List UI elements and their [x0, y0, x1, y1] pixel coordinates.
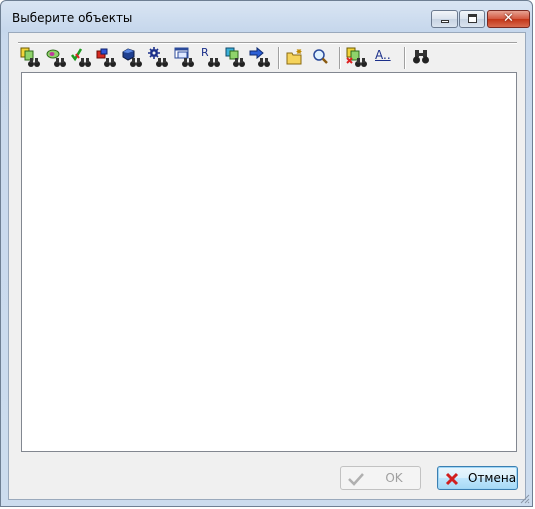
find-objects-icon	[20, 47, 40, 67]
find-objects-button[interactable]	[19, 45, 41, 69]
toolbar-divider	[404, 47, 406, 69]
new-folder-button[interactable]	[284, 45, 306, 69]
find-blocks-icon	[122, 48, 142, 67]
find-go-to-button[interactable]	[249, 45, 271, 69]
find-windows-icon	[174, 47, 194, 67]
ok-button-label: OK	[385, 471, 403, 485]
window-title: Выберите объекты	[12, 11, 133, 25]
cancel-x-icon	[445, 472, 459, 486]
find-windows-button[interactable]	[173, 45, 195, 69]
minimize-icon	[441, 20, 449, 23]
find-references-icon: R	[201, 46, 220, 67]
object-list[interactable]	[21, 72, 517, 452]
find-checked-icon	[71, 48, 91, 67]
find-delete-icon	[346, 47, 367, 67]
find-settings-icon	[148, 47, 168, 67]
maximize-icon	[468, 14, 477, 23]
font-text-button[interactable]: A..	[371, 45, 399, 69]
find-elements-icon	[96, 48, 116, 67]
find-blocks-button[interactable]	[121, 45, 143, 69]
find-links-button[interactable]	[45, 45, 67, 69]
toolbar-top-divider	[18, 42, 517, 44]
find-elements-button[interactable]	[95, 45, 117, 69]
new-folder-icon	[286, 49, 302, 65]
find-go-to-icon	[249, 46, 270, 67]
search-icon	[313, 49, 328, 64]
resize-grip-icon[interactable]	[518, 492, 530, 504]
toolbar-divider	[339, 47, 341, 69]
toolbar-divider	[278, 47, 280, 69]
close-icon: ✕	[503, 11, 514, 26]
search-button[interactable]	[310, 45, 332, 69]
find-copies-icon	[225, 47, 245, 67]
ok-button[interactable]: OK	[340, 466, 421, 490]
find-references-button[interactable]: R	[199, 45, 221, 69]
font-text-icon: A..	[375, 48, 391, 62]
cancel-button[interactable]: Отмена	[437, 466, 518, 490]
find-links-icon	[46, 49, 66, 67]
find-delete-button[interactable]	[345, 45, 367, 69]
find-copies-button[interactable]	[224, 45, 246, 69]
dialog-client-area: R A.. OK Отмена	[8, 32, 526, 500]
cancel-button-label: Отмена	[468, 471, 517, 485]
close-button[interactable]: ✕	[487, 10, 530, 28]
find-settings-button[interactable]	[147, 45, 169, 69]
dialog-window: Выберите объекты ✕ R A.. OK Отмена	[0, 0, 533, 507]
maximize-button[interactable]	[459, 10, 485, 28]
toolbar: R A..	[19, 45, 517, 71]
binoculars-button[interactable]	[411, 45, 433, 69]
find-checked-button[interactable]	[70, 45, 92, 69]
title-bar[interactable]: Выберите объекты ✕	[1, 1, 532, 32]
references-letter: R	[201, 46, 209, 59]
binoculars-icon	[413, 50, 429, 64]
checkmark-icon	[348, 473, 364, 486]
minimize-button[interactable]	[431, 10, 458, 28]
